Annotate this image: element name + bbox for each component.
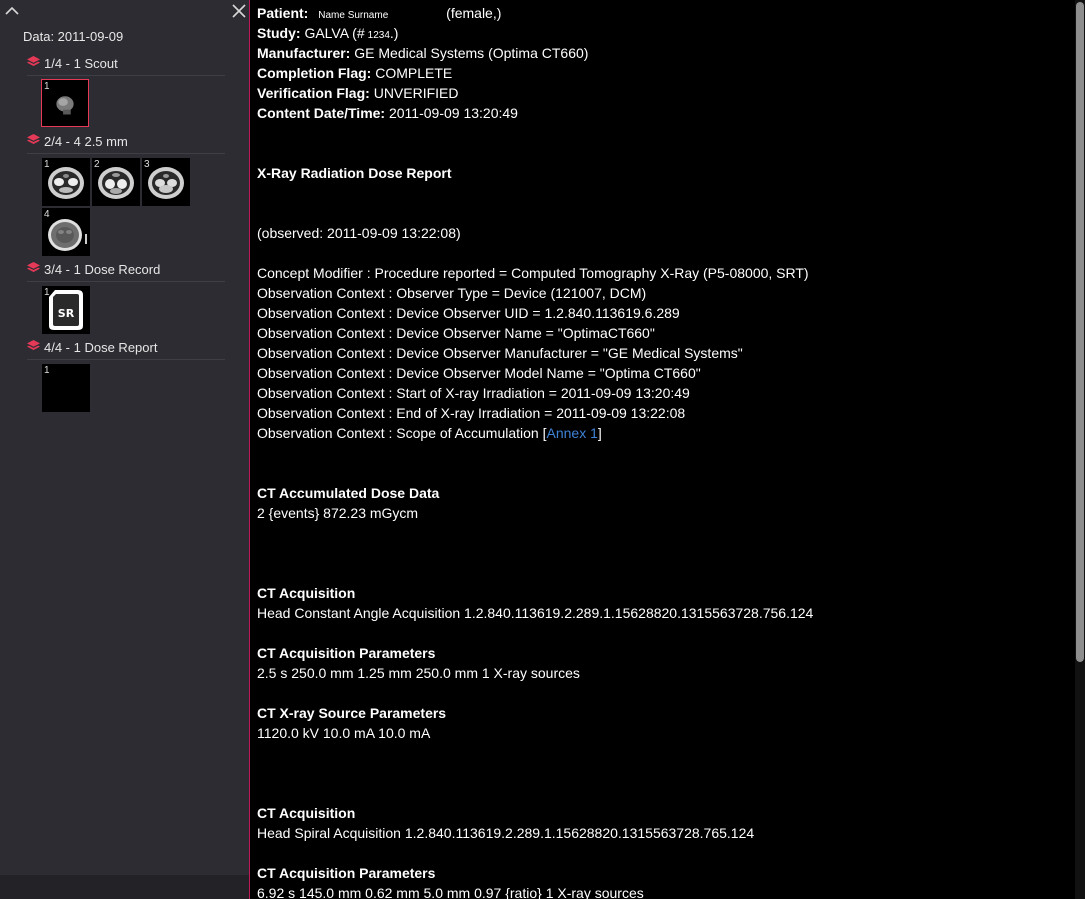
acquisition-value: Head Spiral Acquisition 1.2.840.113619.2…	[257, 825, 755, 841]
thumbnail-number: 2	[94, 159, 100, 170]
series-header-scout[interactable]: 1/4 - 1 Scout	[27, 55, 225, 76]
series-header-dose-record[interactable]: 3/4 - 1 Dose Record	[27, 261, 225, 282]
acquisition-params-heading: CT Acquisition Parameters	[257, 865, 436, 881]
context-line: Observation Context : Device Observer Na…	[257, 325, 655, 341]
thumbnail-number: 1	[44, 159, 50, 170]
layers-icon	[27, 134, 40, 146]
verification-flag-line: Verification Flag: UNVERIFIED	[257, 83, 459, 103]
thumbnail-slice[interactable]: 1	[42, 158, 90, 206]
context-line: Concept Modifier : Procedure reported = …	[257, 265, 809, 281]
observed-datetime: (observed: 2011-09-09 13:22:08)	[257, 225, 461, 241]
scope-prefix: Observation Context : Scope of Accumulat…	[257, 425, 547, 441]
dicom-viewer: Data: 2011-09-09 1/4 - 1 Scout 1 2/4 - 4…	[0, 0, 1085, 899]
thumbnail-number: 1	[44, 81, 50, 92]
layers-icon	[27, 262, 40, 274]
manufacturer-label: Manufacturer:	[257, 45, 351, 61]
series-header-dose-report[interactable]: 4/4 - 1 Dose Report	[27, 339, 225, 360]
annex-link[interactable]: Annex 1	[547, 425, 598, 441]
study-suffix: .)	[389, 25, 399, 41]
completion-flag-label: Completion Flag:	[257, 65, 372, 81]
acquisition-params-heading: CT Acquisition Parameters	[257, 645, 436, 661]
context-line: Observation Context : Device Observer UI…	[257, 305, 680, 321]
patient-sex: (female,)	[446, 5, 502, 21]
report-title: X-Ray Radiation Dose Report	[257, 165, 452, 181]
acquisition-params-value: 6.92 s 145.0 mm 0.62 mm 5.0 mm 0.97 {rat…	[257, 885, 644, 899]
series-label: 2/4 - 4 2.5 mm	[44, 134, 128, 149]
report-scrollbar[interactable]	[1075, 0, 1085, 899]
thumbnail-sr-document[interactable]: 1 SR	[42, 286, 90, 334]
completion-flag-line: Completion Flag: COMPLETE	[257, 63, 452, 83]
thumbnail-slice[interactable]: 4	[42, 208, 90, 256]
series-header-axial[interactable]: 2/4 - 4 2.5 mm	[27, 133, 225, 154]
acquisition-params-value: 2.5 s 250.0 mm 1.25 mm 250.0 mm 1 X-ray …	[257, 665, 580, 681]
thumbnail-scout[interactable]: 1	[41, 79, 89, 127]
study-prefix: GALVA (#	[304, 25, 365, 41]
manufacturer-value: GE Medical Systems (Optima CT660)	[354, 45, 589, 61]
series-label: 1/4 - 1 Scout	[44, 56, 118, 71]
verification-flag-label: Verification Flag:	[257, 85, 370, 101]
context-line: Observation Context : End of X-ray Irrad…	[257, 405, 686, 421]
accumulated-dose-value: 2 {events} 872.23 mGycm	[257, 505, 419, 521]
scrollbar-thumb[interactable]	[1076, 2, 1084, 662]
source-params-value: 1120.0 kV 10.0 mA 10.0 mA	[257, 725, 431, 741]
series-sidebar: Data: 2011-09-09 1/4 - 1 Scout 1 2/4 - 4…	[0, 0, 250, 899]
acquisition-heading: CT Acquisition	[257, 805, 356, 821]
dose-report-view: Patient: Name Surname (female,) Study: G…	[251, 0, 1075, 899]
sidebar-footer	[0, 875, 249, 899]
source-params-heading: CT X-ray Source Parameters	[257, 705, 447, 721]
sr-icon-label: SR	[58, 307, 75, 320]
layers-icon	[27, 56, 40, 68]
thumbnail-number: 4	[44, 209, 50, 220]
manufacturer-line: Manufacturer: GE Medical Systems (Optima…	[257, 43, 588, 63]
study-id: 1234	[367, 30, 390, 41]
content-datetime-value: 2011-09-09 13:20:49	[388, 105, 518, 121]
thumbnail-slice[interactable]: 3	[142, 158, 190, 206]
accumulated-dose-heading: CT Accumulated Dose Data	[257, 485, 440, 501]
acquisition-value: Head Constant Angle Acquisition 1.2.840.…	[257, 605, 814, 621]
study-label: Study:	[257, 25, 301, 41]
context-line: Observation Context : Observer Type = De…	[257, 285, 647, 301]
thumbnail-number: 1	[44, 365, 50, 376]
thumbnail-slice[interactable]: 2	[92, 158, 140, 206]
content-datetime-label: Content Date/Time:	[257, 105, 386, 121]
thumbnail-number: 3	[144, 159, 150, 170]
series-label: 3/4 - 1 Dose Record	[44, 262, 161, 277]
close-icon[interactable]	[230, 2, 248, 20]
thumbnail-number: 1	[44, 287, 50, 298]
scope-suffix: ]	[597, 425, 602, 441]
scope-of-accumulation-line: Observation Context : Scope of Accumulat…	[257, 423, 602, 443]
study-date: Data: 2011-09-09	[23, 29, 124, 44]
layers-icon	[27, 340, 40, 352]
context-line: Observation Context : Device Observer Ma…	[257, 345, 743, 361]
patient-label: Patient:	[257, 5, 309, 21]
chevron-up-icon[interactable]	[3, 2, 21, 20]
acquisition-heading: CT Acquisition	[257, 585, 356, 601]
content-datetime-line: Content Date/Time: 2011-09-09 13:20:49	[257, 103, 518, 123]
context-line: Observation Context : Start of X-ray Irr…	[257, 385, 690, 401]
thumbnail-dose-report[interactable]: 1	[42, 364, 90, 412]
series-label: 4/4 - 1 Dose Report	[44, 340, 158, 355]
completion-flag-value: COMPLETE	[375, 65, 453, 81]
patient-name: Name Surname	[318, 10, 389, 21]
context-line: Observation Context : Device Observer Mo…	[257, 365, 701, 381]
verification-flag-value: UNVERIFIED	[373, 85, 459, 101]
